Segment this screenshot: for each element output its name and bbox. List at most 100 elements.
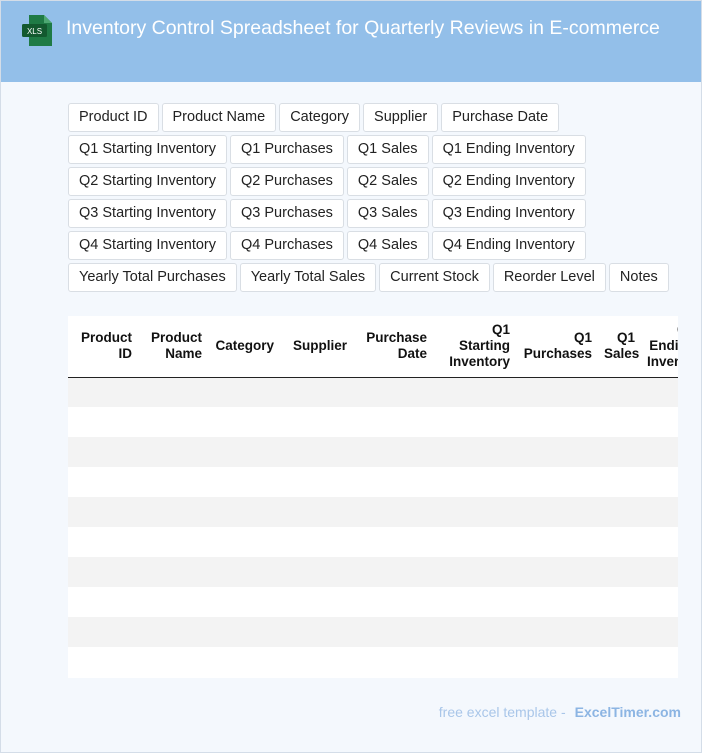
field-chip-product-id[interactable]: Product ID: [68, 103, 159, 132]
spreadsheet-table[interactable]: Product ID Product Name Category Supplier Pu…: [68, 316, 678, 678]
column-header-q1-purchases[interactable]: Q1 Purchases: [516, 316, 598, 378]
field-chip-product-name[interactable]: Product Name: [161, 103, 277, 132]
field-chip-q2-starting-inventory[interactable]: Q2 Starting Inventory: [68, 167, 228, 196]
field-chip-q4-purchases[interactable]: Q4 Purchases: [230, 231, 344, 260]
table-cell[interactable]: [280, 467, 353, 497]
footer-brand-link[interactable]: ExcelTimer.com: [575, 704, 681, 720]
table-cell[interactable]: [353, 587, 433, 617]
table-cell[interactable]: [208, 617, 280, 647]
column-header-supplier[interactable]: Supplier: [280, 316, 353, 378]
table-cell[interactable]: [280, 437, 353, 467]
table-cell[interactable]: [68, 407, 138, 437]
field-chip-q3-starting-inventory[interactable]: Q3 Starting Inventory: [68, 199, 228, 228]
table-cell[interactable]: [68, 377, 138, 407]
table-cell[interactable]: [598, 587, 641, 617]
table-cell[interactable]: [353, 497, 433, 527]
table-cell[interactable]: [516, 467, 598, 497]
field-chip-q2-ending-inventory[interactable]: Q2 Ending Inventory: [431, 167, 586, 196]
table-cell[interactable]: [641, 587, 678, 617]
table-cell[interactable]: [516, 557, 598, 587]
table-cell[interactable]: [68, 467, 138, 497]
table-cell[interactable]: [598, 647, 641, 677]
table-cell[interactable]: [138, 647, 208, 677]
table-cell[interactable]: [353, 377, 433, 407]
column-header-q1-starting-inventory[interactable]: Q1 Starting Inventory: [433, 316, 516, 378]
table-cell[interactable]: [598, 467, 641, 497]
column-header-product-name[interactable]: Product Name: [138, 316, 208, 378]
table-cell[interactable]: [641, 467, 678, 497]
table-cell[interactable]: [433, 557, 516, 587]
table-cell[interactable]: [516, 407, 598, 437]
table-cell[interactable]: [280, 407, 353, 437]
table-cell[interactable]: [138, 377, 208, 407]
table-cell[interactable]: [433, 377, 516, 407]
field-chip-q1-sales[interactable]: Q1 Sales: [346, 135, 429, 164]
field-chip-supplier[interactable]: Supplier: [363, 103, 439, 132]
table-cell[interactable]: [208, 497, 280, 527]
table-cell[interactable]: [516, 377, 598, 407]
table-cell[interactable]: [353, 557, 433, 587]
table-cell[interactable]: [138, 467, 208, 497]
table-cell[interactable]: [353, 467, 433, 497]
table-cell[interactable]: [208, 647, 280, 677]
table-cell[interactable]: [280, 497, 353, 527]
table-cell[interactable]: [208, 557, 280, 587]
table-cell[interactable]: [433, 647, 516, 677]
field-chip-reorder-level[interactable]: Reorder Level: [492, 263, 606, 292]
field-chip-notes[interactable]: Notes: [608, 263, 669, 292]
table-cell[interactable]: [68, 647, 138, 677]
field-chip-q4-sales[interactable]: Q4 Sales: [346, 231, 429, 260]
table-cell[interactable]: [68, 437, 138, 467]
table-cell[interactable]: [433, 407, 516, 437]
field-chip-current-stock[interactable]: Current Stock: [379, 263, 490, 292]
table-cell[interactable]: [353, 437, 433, 467]
table-cell[interactable]: [353, 647, 433, 677]
table-cell[interactable]: [433, 497, 516, 527]
table-cell[interactable]: [641, 377, 678, 407]
table-cell[interactable]: [68, 587, 138, 617]
table-cell[interactable]: [353, 407, 433, 437]
table-cell[interactable]: [208, 587, 280, 617]
column-header-q1-sales[interactable]: Q1 Sales: [598, 316, 641, 378]
table-cell[interactable]: [641, 557, 678, 587]
table-cell[interactable]: [641, 407, 678, 437]
table-cell[interactable]: [280, 527, 353, 557]
table-cell[interactable]: [598, 407, 641, 437]
field-chip-q4-ending-inventory[interactable]: Q4 Ending Inventory: [431, 231, 586, 260]
table-cell[interactable]: [598, 497, 641, 527]
table-cell[interactable]: [280, 617, 353, 647]
table-cell[interactable]: [433, 587, 516, 617]
field-chip-q3-purchases[interactable]: Q3 Purchases: [230, 199, 344, 228]
field-chip-q2-purchases[interactable]: Q2 Purchases: [230, 167, 344, 196]
table-cell[interactable]: [641, 497, 678, 527]
table-cell[interactable]: [516, 527, 598, 557]
table-cell[interactable]: [138, 527, 208, 557]
table-cell[interactable]: [598, 527, 641, 557]
table-cell[interactable]: [68, 617, 138, 647]
table-cell[interactable]: [433, 527, 516, 557]
column-header-product-id[interactable]: Product ID: [68, 316, 138, 378]
table-cell[interactable]: [516, 437, 598, 467]
table-cell[interactable]: [138, 437, 208, 467]
field-chip-q3-sales[interactable]: Q3 Sales: [346, 199, 429, 228]
field-chip-q3-ending-inventory[interactable]: Q3 Ending Inventory: [431, 199, 586, 228]
table-cell[interactable]: [641, 527, 678, 557]
table-cell[interactable]: [208, 467, 280, 497]
table-cell[interactable]: [68, 557, 138, 587]
table-cell[interactable]: [641, 437, 678, 467]
table-cell[interactable]: [598, 617, 641, 647]
table-cell[interactable]: [208, 407, 280, 437]
table-cell[interactable]: [598, 557, 641, 587]
table-cell[interactable]: [138, 557, 208, 587]
table-cell[interactable]: [433, 467, 516, 497]
table-cell[interactable]: [208, 527, 280, 557]
column-header-q1-ending-inventory[interactable]: Q1 Ending Inventory: [641, 316, 678, 378]
field-chip-q2-sales[interactable]: Q2 Sales: [346, 167, 429, 196]
field-chip-q1-ending-inventory[interactable]: Q1 Ending Inventory: [431, 135, 586, 164]
table-cell[interactable]: [68, 527, 138, 557]
field-chip-purchase-date[interactable]: Purchase Date: [441, 103, 560, 132]
table-cell[interactable]: [138, 617, 208, 647]
field-chip-yearly-total-sales[interactable]: Yearly Total Sales: [239, 263, 377, 292]
table-cell[interactable]: [280, 377, 353, 407]
table-cell[interactable]: [516, 647, 598, 677]
